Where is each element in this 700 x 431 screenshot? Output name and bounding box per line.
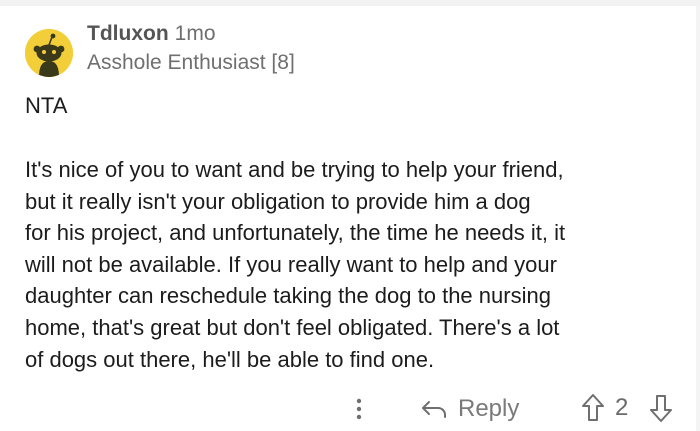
arrow-up-outline-icon [582, 394, 604, 421]
user-flair: Asshole Enthusiast [8] [87, 51, 295, 74]
comment-body-line: will not be available. If you really wan… [25, 251, 557, 277]
comment-body-line: of dogs out there, he'll be able to find… [25, 346, 435, 372]
comment-body: It's nice of you to want and be trying t… [25, 154, 685, 375]
snoo-avatar-icon [25, 29, 73, 77]
reply-arrow-icon [422, 401, 446, 418]
comment-body-line: It's nice of you to want and be trying t… [25, 157, 564, 182]
comment-card: Tdluxon 1mo Asshole Enthusiast [8] NTA It… [0, 6, 700, 431]
arrow-down-outline-icon [650, 395, 672, 422]
downvote-button[interactable] [648, 392, 674, 424]
vertical-ellipsis-icon [356, 398, 362, 420]
vote-score: 2 [615, 394, 629, 421]
comment-body-line: daughter can reschedule taking the dog t… [25, 283, 551, 309]
comment-body-line: for his project, and unfortunately, the … [25, 220, 566, 246]
more-options-button[interactable] [345, 389, 373, 429]
upvote-button[interactable] [580, 392, 606, 424]
comment-verdict: NTA [25, 93, 68, 118]
author-line: Tdluxon 1mo [87, 21, 295, 47]
username[interactable]: Tdluxon [87, 22, 169, 45]
comment-body-line: home, that's great but don't feel obliga… [25, 314, 560, 340]
reply-label: Reply [458, 395, 520, 422]
avatar[interactable] [25, 29, 73, 77]
comment-meta: Tdluxon 1mo Asshole Enthusiast [8] [87, 21, 295, 76]
reply-button[interactable]: Reply [420, 389, 519, 429]
comment-body-line: but it really isn't your obligation to p… [25, 188, 531, 214]
timestamp: 1mo [174, 22, 216, 45]
